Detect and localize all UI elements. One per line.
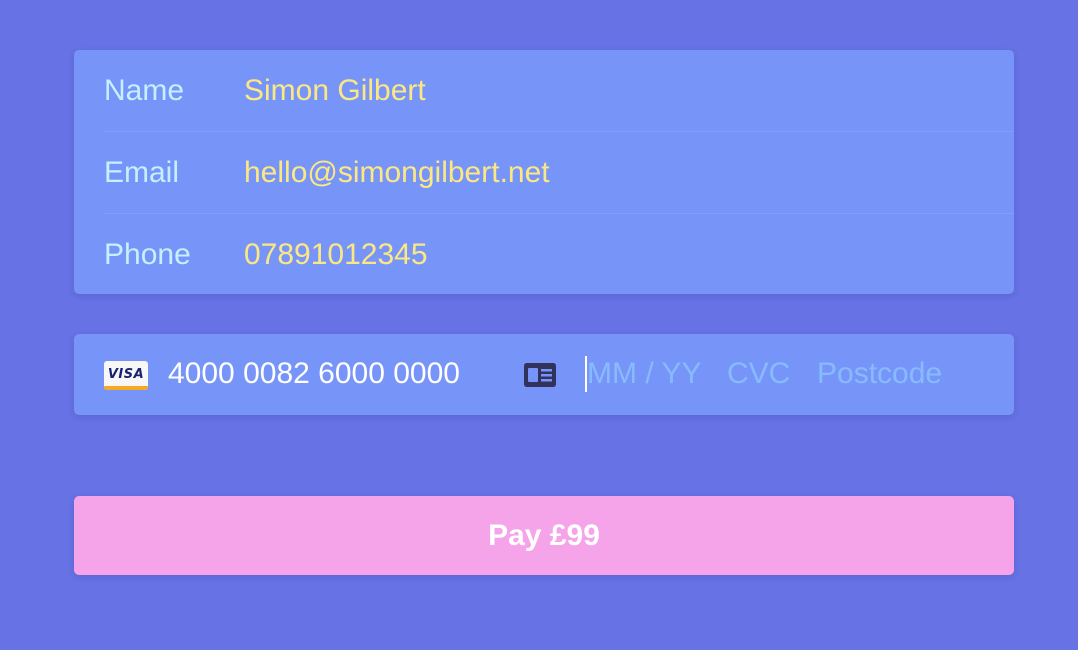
name-label: Name [104, 73, 185, 107]
visa-brand-text: VISA [107, 367, 145, 382]
card-number-field[interactable]: 4000 0082 6000 0000 [168, 356, 460, 392]
phone-field[interactable]: 07891012345 [244, 240, 1014, 270]
expiry-field[interactable]: MM / YY [587, 356, 701, 392]
postcode-field[interactable]: Postcode [817, 356, 942, 392]
email-field[interactable]: hello@simongilbert.net [244, 157, 1014, 188]
pay-button[interactable]: Pay £99 [74, 496, 1014, 575]
email-row: Email hello@simongilbert.net [104, 132, 1014, 214]
id-card-icon [524, 363, 556, 387]
visa-stripe [104, 386, 148, 390]
cvc-field[interactable]: CVC [727, 356, 790, 392]
checkout-page: Name Simon Gilbert Email hello@simongilb… [0, 0, 1078, 650]
visa-card-icon: VISA [104, 361, 148, 390]
phone-label: Phone [104, 238, 191, 271]
name-row: Name Simon Gilbert [104, 50, 1014, 132]
card-element[interactable]: VISA 4000 0082 6000 0000 MM / YY CVC Pos… [74, 334, 1014, 415]
email-label: Email [104, 155, 180, 189]
name-field[interactable]: Simon Gilbert [244, 75, 1014, 106]
phone-row: Phone 07891012345 [104, 214, 1014, 294]
contact-details-panel: Name Simon Gilbert Email hello@simongilb… [74, 50, 1014, 294]
